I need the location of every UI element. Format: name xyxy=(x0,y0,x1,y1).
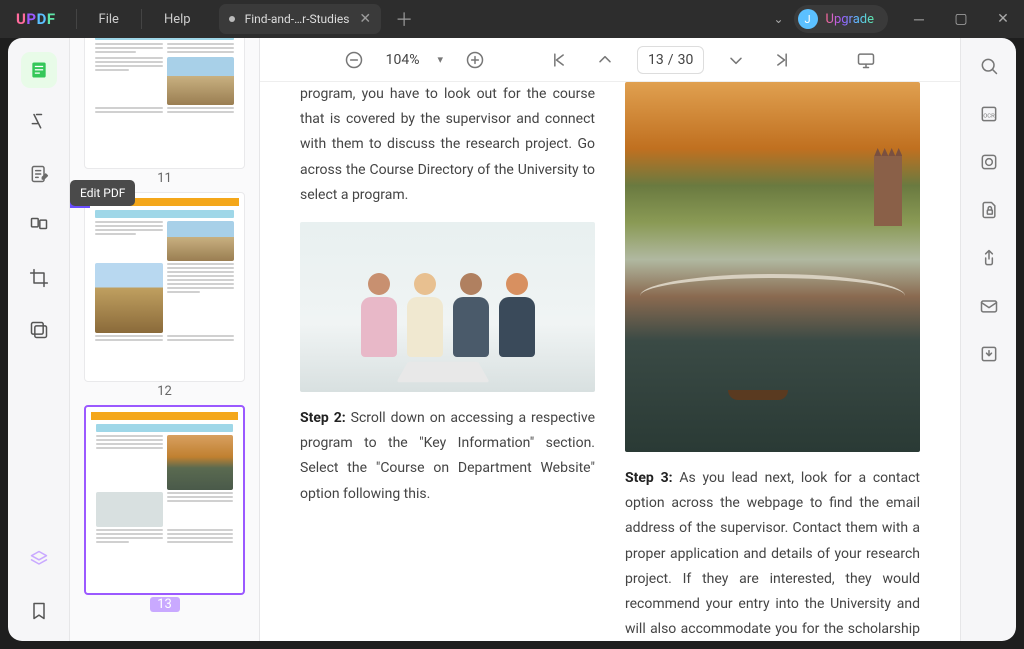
bookmark-tool[interactable] xyxy=(21,593,57,629)
protect-button[interactable] xyxy=(975,196,1003,224)
body-text: program, you have to look out for the co… xyxy=(300,82,595,208)
view-toolbar: 104% ▾ 13 / 30 xyxy=(260,38,960,82)
prev-page-button[interactable] xyxy=(591,46,619,74)
total-pages: 30 xyxy=(678,52,694,68)
thumbnail-12[interactable]: 12 xyxy=(84,192,245,399)
last-page-button[interactable] xyxy=(768,46,796,74)
left-column: program, you have to look out for the co… xyxy=(300,82,595,641)
students-photo xyxy=(300,222,595,392)
save-button[interactable] xyxy=(975,340,1003,368)
comment-tool[interactable] xyxy=(21,104,57,140)
avatar: J xyxy=(798,9,818,29)
zoom-in-button[interactable] xyxy=(461,46,489,74)
search-button[interactable] xyxy=(975,52,1003,80)
ocr-button[interactable]: OCR xyxy=(975,100,1003,128)
zoom-level[interactable]: 104% xyxy=(386,52,420,68)
thumbnails-panel: 11 12 13 xyxy=(70,38,260,641)
separator xyxy=(76,9,77,29)
presentation-button[interactable] xyxy=(852,46,880,74)
thumbnail-number: 12 xyxy=(84,384,245,399)
edit-pdf-tool[interactable] xyxy=(21,156,57,192)
zoom-dropdown-icon[interactable]: ▾ xyxy=(438,53,444,66)
first-page-button[interactable] xyxy=(545,46,573,74)
next-page-button[interactable] xyxy=(722,46,750,74)
reader-tool[interactable] xyxy=(21,52,57,88)
right-toolbar: OCR xyxy=(960,38,1016,641)
organize-tool[interactable] xyxy=(21,208,57,244)
current-page: 13 xyxy=(648,52,664,68)
thumbnail-13[interactable]: 13 xyxy=(84,405,245,612)
svg-text:OCR: OCR xyxy=(983,113,995,119)
right-column: Step 3: As you lead next, look for a con… xyxy=(625,82,920,641)
river-photo xyxy=(625,82,920,452)
zoom-out-button[interactable] xyxy=(340,46,368,74)
menu-file[interactable]: File xyxy=(81,0,137,38)
maximize-button[interactable]: ▢ xyxy=(940,0,982,38)
thumbnail-number: 13 xyxy=(150,597,180,612)
layers-tool[interactable] xyxy=(21,541,57,577)
close-tab-icon[interactable]: ✕ xyxy=(359,11,371,27)
thumbnail-11[interactable]: 11 xyxy=(84,38,245,186)
upgrade-label: Upgrade xyxy=(826,12,874,27)
tab-label: Find-and-…r-Studies xyxy=(245,12,350,26)
page-indicator[interactable]: 13 / 30 xyxy=(637,46,704,74)
close-window-button[interactable]: ✕ xyxy=(982,0,1024,38)
minimize-button[interactable]: ─ xyxy=(898,0,940,38)
separator xyxy=(141,9,142,29)
app-frame: Edit PDF 11 12 xyxy=(8,38,1016,641)
menu-help[interactable]: Help xyxy=(146,0,209,38)
left-toolbar xyxy=(8,38,70,641)
email-button[interactable] xyxy=(975,292,1003,320)
chevron-down-icon[interactable]: ⌄ xyxy=(773,12,783,26)
document-tab[interactable]: Find-and-…r-Studies ✕ xyxy=(219,4,382,34)
tab-indicator xyxy=(229,16,235,22)
upgrade-button[interactable]: J Upgrade xyxy=(794,5,888,33)
document-viewport[interactable]: program, you have to look out for the co… xyxy=(260,82,960,641)
document-area: 104% ▾ 13 / 30 program, you have to look… xyxy=(260,38,960,641)
body-text: Step 3: As you lead next, look for a con… xyxy=(625,466,920,641)
share-button[interactable] xyxy=(975,244,1003,272)
app-logo: UPDF xyxy=(0,10,72,28)
edit-pdf-tooltip: Edit PDF xyxy=(70,180,135,206)
titlebar: UPDF File Help Find-and-…r-Studies ✕ ＋ ⌄… xyxy=(0,0,1024,38)
redact-tool[interactable] xyxy=(21,312,57,348)
new-tab-button[interactable]: ＋ xyxy=(395,6,413,32)
crop-tool[interactable] xyxy=(21,260,57,296)
stamp-button[interactable] xyxy=(975,148,1003,176)
body-text: Step 2: Scroll down on accessing a respe… xyxy=(300,406,595,507)
